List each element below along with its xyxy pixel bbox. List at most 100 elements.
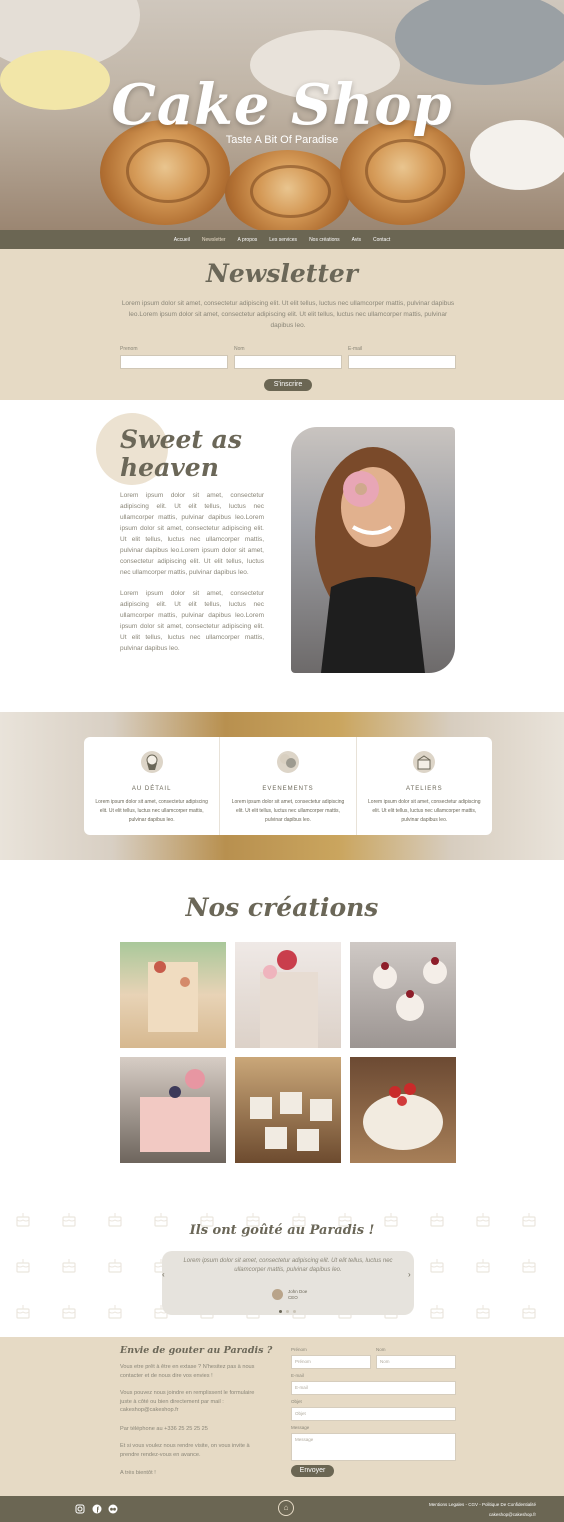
service-evenements: EVENEMENTS Lorem ipsum dolor sit amet, c…: [220, 737, 357, 835]
creation-image-mini-cakes[interactable]: [235, 1057, 341, 1163]
cake-pattern-icon: [14, 1302, 32, 1320]
contact-prenom-input[interactable]: Prénom: [291, 1355, 371, 1369]
objet-label: Objet: [291, 1399, 302, 1404]
creations-title: Nos créations: [185, 893, 379, 922]
hero-subtitle: Taste A Bit Of Paradise: [225, 134, 339, 146]
woman-donut-photo: [291, 427, 455, 673]
nav-item-creations[interactable]: Nos créations: [309, 237, 340, 243]
creations-section: Nos créations: [0, 860, 564, 1196]
contact-closing: A très bientôt !: [120, 1470, 156, 1476]
prenom-label: Prenom: [120, 346, 138, 352]
carousel-dot-active[interactable]: [279, 1310, 282, 1313]
service-ateliers: ATELIERS Lorem ipsum dolor sit amet, con…: [357, 737, 492, 835]
nav-item-avis[interactable]: Avis: [352, 237, 361, 243]
contact-paragraph: Vous pouvez nous joindre en remplissent …: [120, 1390, 255, 1413]
cake-pattern-icon: [106, 1302, 124, 1320]
contact-objet-input[interactable]: Objet: [291, 1407, 456, 1421]
nav-item-a-propos[interactable]: A propos: [238, 237, 258, 243]
cake-pattern-icon: [474, 1302, 492, 1320]
hero-title: Cake Shop: [111, 72, 453, 138]
testimonial-card: Lorem ipsum dolor sit amet, consectetur …: [162, 1251, 414, 1315]
message-label: Message: [291, 1425, 310, 1430]
nav-item-newsletter[interactable]: Newsletter: [202, 237, 226, 243]
service-text: Lorem ipsum dolor sit amet, consectetur …: [95, 799, 208, 823]
send-button[interactable]: Envoyer: [291, 1465, 334, 1477]
chevron-right-icon[interactable]: ›: [408, 1270, 411, 1279]
prenom-label: Prénom: [291, 1347, 307, 1352]
legal-links[interactable]: Mentions Legales - CGV - Politique De Co…: [429, 1500, 536, 1510]
nom-label: Nom: [234, 346, 245, 352]
about-title-line2: heaven: [120, 453, 219, 482]
services-section: AU DÉTAIL Lorem ipsum dolor sit amet, co…: [0, 712, 564, 860]
cake-pattern-icon: [428, 1302, 446, 1320]
creation-image-strawberry-cake[interactable]: [350, 1057, 456, 1163]
services-card: AU DÉTAIL Lorem ipsum dolor sit amet, co…: [84, 737, 492, 835]
creation-image-cupcakes[interactable]: [350, 942, 456, 1048]
service-text: Lorem ipsum dolor sit amet, consectetur …: [231, 799, 345, 823]
subscribe-button[interactable]: S'inscrire: [264, 379, 312, 391]
testimonials-section: Ils ont goûté au Paradis ! Lorem ipsum d…: [0, 1196, 564, 1337]
cake-pattern-icon: [428, 1256, 446, 1274]
cake-pattern-icon: [520, 1302, 538, 1320]
facebook-icon[interactable]: [92, 1504, 102, 1514]
testimonial-quote: Lorem ipsum dolor sit amet, consectetur …: [183, 1258, 393, 1273]
service-au-detail: AU DÉTAIL Lorem ipsum dolor sit amet, co…: [84, 737, 221, 835]
testimonial-author: John Doe CEO: [288, 1289, 307, 1301]
balloons-icon: [276, 751, 299, 773]
cake-pattern-icon: [106, 1256, 124, 1274]
footer-email[interactable]: cakeshop@cakeshop.fr: [429, 1510, 536, 1520]
testimonials-title: Ils ont goûté au Paradis !: [189, 1223, 375, 1238]
newsletter-text: Lorem ipsum dolor sit amet, consectetur …: [121, 300, 455, 329]
contact-paragraph: Et si vous voulez nous rendre visite, on…: [120, 1443, 250, 1458]
nom-label: Nom: [376, 1347, 386, 1352]
cupcake-icon: [140, 751, 163, 773]
service-title: AU DÉTAIL: [131, 786, 172, 792]
footer-links: Mentions Legales - CGV - Politique De Co…: [429, 1500, 536, 1520]
creation-image-naked-cake[interactable]: [120, 942, 226, 1048]
main-navigation: Accueil Newsletter A propos Les services…: [0, 230, 564, 249]
tripadvisor-icon[interactable]: [108, 1504, 118, 1514]
newsletter-nom-input[interactable]: [234, 355, 342, 369]
creation-image-pink-cake[interactable]: [120, 1057, 226, 1163]
nav-item-services[interactable]: Les services: [269, 237, 297, 243]
carousel-dot[interactable]: [293, 1310, 296, 1313]
cake-pattern-icon: [14, 1256, 32, 1274]
newsletter-title: Newsletter: [206, 259, 358, 288]
author-role: CEO: [288, 1295, 298, 1300]
cake-pattern-icon: [60, 1302, 78, 1320]
about-title-line1: Sweet as: [120, 425, 242, 454]
contact-message-textarea[interactable]: Message: [291, 1433, 456, 1461]
service-title: ATELIERS: [406, 786, 443, 792]
footer: ⌂ Mentions Legales - CGV - Politique De …: [0, 1496, 564, 1522]
service-title: EVENEMENTS: [262, 786, 314, 792]
newsletter-email-input[interactable]: [348, 355, 456, 369]
contact-title: Envie de gouter au Paradis ?: [120, 1345, 273, 1356]
creation-image-floral-cake[interactable]: [235, 942, 341, 1048]
cake-box-icon: [413, 751, 436, 773]
about-title: Sweet as heaven: [120, 426, 242, 482]
cake-pattern-icon: [60, 1256, 78, 1274]
contact-email-input[interactable]: E-mail: [291, 1381, 456, 1395]
service-text: Lorem ipsum dolor sit amet, consectetur …: [368, 799, 481, 823]
about-paragraph-1: Lorem ipsum dolor sit amet, consectetur …: [120, 492, 264, 576]
newsletter-prenom-input[interactable]: [120, 355, 228, 369]
cake-pattern-icon: [474, 1256, 492, 1274]
about-section: Sweet as heaven Lorem ipsum dolor sit am…: [0, 400, 564, 712]
instagram-icon[interactable]: [75, 1504, 85, 1514]
hero-banner: Cake Shop Taste A Bit Of Paradise: [0, 0, 564, 230]
cake-pattern-icon: [520, 1256, 538, 1274]
chevron-left-icon[interactable]: ‹: [162, 1270, 165, 1279]
email-label: E-mail: [291, 1373, 304, 1378]
nav-item-contact[interactable]: Contact: [373, 237, 390, 243]
nav-item-accueil[interactable]: Accueil: [174, 237, 190, 243]
contact-phone: Par téléphone au +336 25 25 25 25: [120, 1426, 208, 1432]
contact-paragraph: Vous etre prêt à être en extase ? N'hesi…: [120, 1364, 255, 1379]
carousel-dot[interactable]: [286, 1310, 289, 1313]
cake-logo-icon[interactable]: ⌂: [278, 1500, 294, 1516]
email-label: E-mail: [348, 346, 363, 352]
newsletter-section: Newsletter Lorem ipsum dolor sit amet, c…: [0, 249, 564, 400]
woman-donut-illustration: [315, 447, 431, 673]
contact-nom-input[interactable]: Nom: [376, 1355, 456, 1369]
contact-section: Envie de gouter au Paradis ? Vous etre p…: [0, 1337, 564, 1496]
avatar: [272, 1289, 283, 1300]
